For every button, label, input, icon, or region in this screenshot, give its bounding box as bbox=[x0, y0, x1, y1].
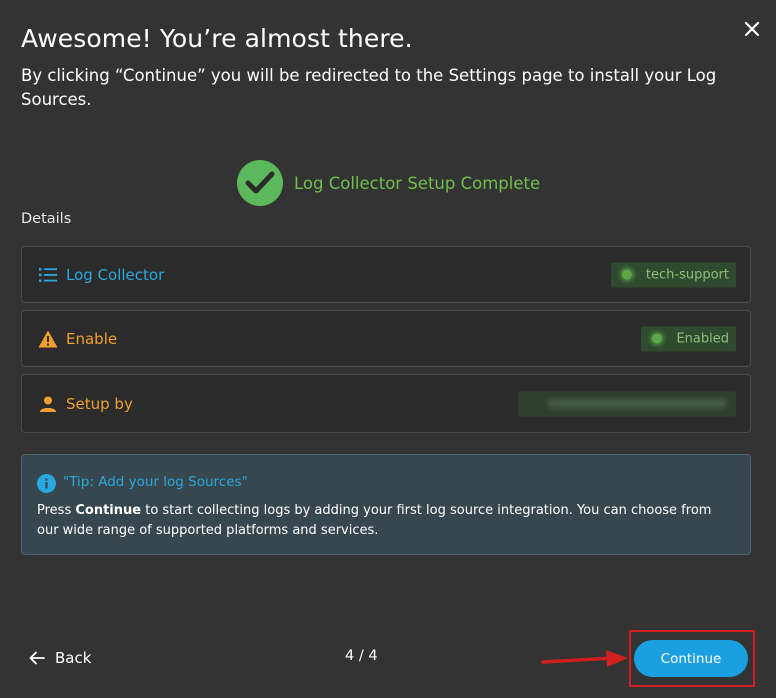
detail-row-setup-by: Setup by bbox=[21, 374, 751, 433]
tip-title: "Tip: Add your log Sources" bbox=[63, 474, 248, 490]
close-icon bbox=[744, 21, 760, 37]
status-badge-text: Enabled bbox=[676, 331, 729, 346]
status-badge: Enabled bbox=[641, 326, 736, 351]
list-icon bbox=[38, 265, 58, 285]
details-label: Details bbox=[21, 211, 72, 227]
redacted-value bbox=[547, 399, 727, 408]
dialog-title: Awesome! You’re almost there. bbox=[21, 24, 413, 53]
tip-body-bold: Continue bbox=[75, 503, 142, 518]
detail-row-enable: Enable Enabled bbox=[21, 310, 751, 367]
step-counter: 4 / 4 bbox=[345, 648, 378, 664]
tip-body-pre: Press bbox=[37, 503, 76, 518]
status-text: Log Collector Setup Complete bbox=[294, 173, 541, 193]
status-badge-text: tech-support bbox=[645, 267, 729, 282]
detail-row-label: Setup by bbox=[66, 394, 133, 413]
tip-body: Press Continue to start collecting logs … bbox=[37, 501, 737, 540]
detail-row-label: Log Collector bbox=[66, 265, 165, 284]
dialog-subtitle: By clicking “Continue” you will be redir… bbox=[21, 66, 717, 109]
detail-row-label: Enable bbox=[66, 329, 118, 348]
warning-icon bbox=[38, 329, 58, 349]
close-button[interactable] bbox=[741, 18, 763, 40]
arrow-left-icon bbox=[29, 651, 45, 665]
status-dot-icon bbox=[621, 269, 632, 280]
tip-panel: "Tip: Add your log Sources" Press Contin… bbox=[21, 454, 751, 555]
continue-button[interactable]: Continue bbox=[634, 640, 748, 677]
info-icon bbox=[37, 474, 56, 493]
status-badge: tech-support bbox=[610, 262, 736, 287]
status-dot-icon bbox=[652, 333, 663, 344]
check-circle-icon bbox=[237, 160, 283, 206]
back-button-label: Back bbox=[55, 649, 92, 667]
person-icon bbox=[38, 394, 58, 414]
detail-row-log-collector: Log Collector tech-support bbox=[21, 246, 751, 303]
setup-status: Log Collector Setup Complete bbox=[237, 160, 540, 206]
back-button[interactable]: Back bbox=[28, 646, 91, 670]
redacted-user-badge bbox=[518, 391, 736, 416]
annotation-arrow-icon bbox=[541, 650, 628, 667]
